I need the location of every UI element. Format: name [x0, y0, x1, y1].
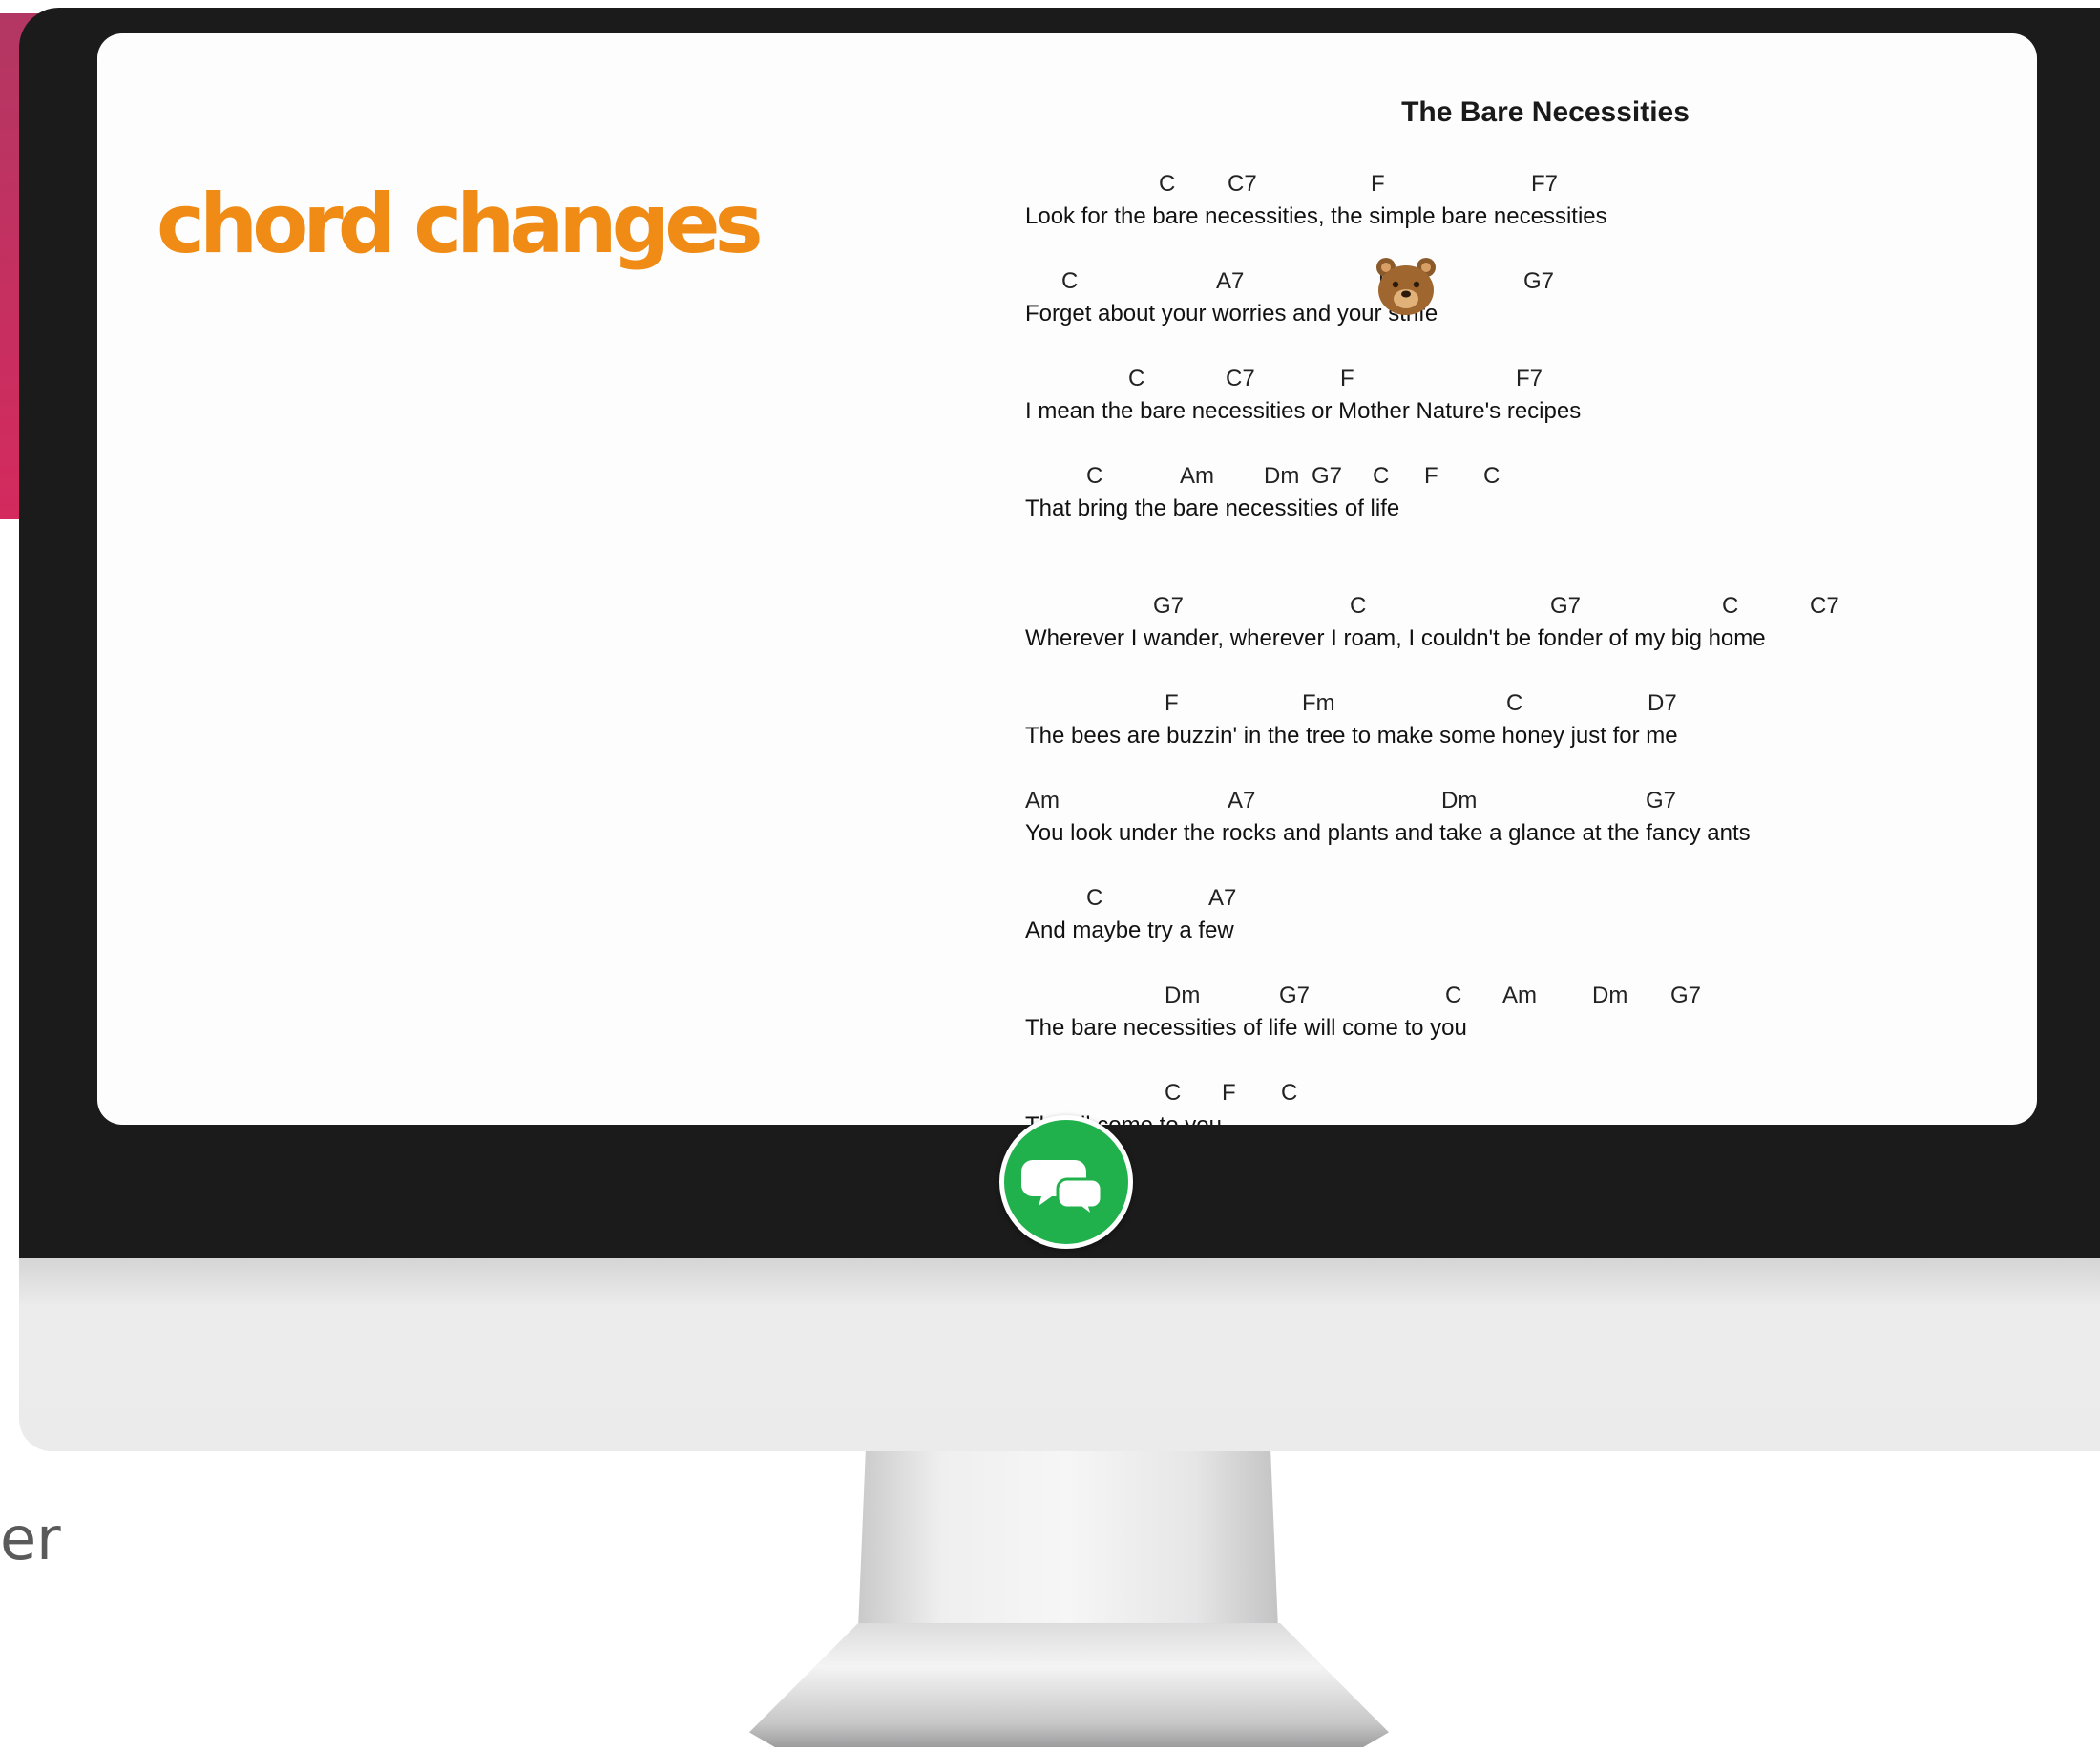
chord-label: G7: [1279, 982, 1311, 1008]
lyric-line: Wherever I wander, wherever I roam, I co…: [1025, 625, 1766, 651]
bear-emoji-icon: [1376, 258, 1436, 315]
monitor-stand-neck: [857, 1451, 1279, 1652]
song-line: C A7 And maybe try a few: [1025, 885, 2018, 961]
chord-label: C: [1722, 593, 1739, 619]
chord-label: A7: [1208, 885, 1237, 911]
chord-label: C: [1483, 463, 1501, 489]
song-line: C C7 F F7 Look for the bare necessities,…: [1025, 171, 2018, 247]
song-line: C A7 D7 G7 Forget about your worries and…: [1025, 268, 2018, 345]
chord-label: F: [1371, 171, 1385, 197]
chord-label: F: [1222, 1080, 1236, 1106]
chord-label: Dm: [1441, 788, 1478, 813]
song-line: Am A7 Dm G7 You look under the rocks and…: [1025, 788, 2018, 864]
chord-label: Am: [1025, 788, 1060, 813]
chord-label: C: [1159, 171, 1176, 197]
chord-label: C: [1506, 690, 1523, 716]
chord-label: C: [1086, 885, 1103, 911]
song-line: C C7 F F7 I mean the bare necessities or…: [1025, 366, 2018, 442]
song-line: Dm G7 C Am Dm G7 The bare necessities of…: [1025, 982, 2018, 1059]
lyric-line: The bees are buzzin' in the tree to make…: [1025, 723, 1678, 749]
chord-label: G7: [1550, 593, 1582, 619]
chord-label: Am: [1180, 463, 1214, 489]
chord-label: D7: [1648, 690, 1677, 716]
chord-label: G7: [1153, 593, 1185, 619]
chord-label: C: [1350, 593, 1367, 619]
chord-label: A7: [1216, 268, 1245, 294]
chord-label: C: [1061, 268, 1079, 294]
chord-label: C: [1128, 366, 1145, 391]
lyric-line: Look for the bare necessities, the simpl…: [1025, 203, 1607, 229]
chord-label: C: [1165, 1080, 1182, 1106]
chord-label: C: [1086, 463, 1103, 489]
monitor-screen: chord changes The Bare Necessities C C7 …: [97, 33, 2037, 1125]
lyric-line: I mean the bare necessities or Mother Na…: [1025, 398, 1582, 424]
chord-label: F7: [1516, 366, 1544, 391]
chord-label: Am: [1502, 982, 1537, 1008]
lyric-line: You look under the rocks and plants and …: [1025, 820, 1751, 846]
chord-label: F7: [1531, 171, 1559, 197]
chord-label: Dm: [1165, 982, 1201, 1008]
chord-label: A7: [1228, 788, 1256, 813]
song-line: C F C They'll come to you: [1025, 1080, 2018, 1125]
chord-label: G7: [1312, 463, 1343, 489]
chord-label: C7: [1226, 366, 1255, 391]
chord-label: C: [1373, 463, 1390, 489]
brand-logo: chord changes: [157, 177, 764, 272]
chord-label: C7: [1228, 171, 1257, 197]
lyric-line: The bare necessities of life will come t…: [1025, 1015, 1467, 1041]
song-title: The Bare Necessities: [1401, 96, 1690, 128]
chord-label: C: [1445, 982, 1462, 1008]
song-line: C Am Dm G7 C F C That bring the bare nec…: [1025, 463, 2018, 539]
chord-label: C7: [1810, 593, 1839, 619]
chord-label: F: [1165, 690, 1179, 716]
chord-label: Dm: [1592, 982, 1628, 1008]
chord-label: F: [1424, 463, 1438, 489]
background-text-fragment: er: [0, 1504, 61, 1573]
monitor-chin: [19, 1258, 2100, 1451]
lyric-line: And maybe try a few: [1025, 918, 1234, 943]
chord-label: G7: [1523, 268, 1555, 294]
chord-label: C: [1281, 1080, 1298, 1106]
chord-label: Dm: [1264, 463, 1300, 489]
chord-label: Fm: [1302, 690, 1335, 716]
chat-bubbles-icon: [1021, 1160, 1103, 1221]
song-line: G7 C G7 C C7 Wherever I wander, wherever…: [1025, 593, 2018, 669]
chord-label: G7: [1646, 788, 1677, 813]
song-line: F Fm C D7 The bees are buzzin' in the tr…: [1025, 690, 2018, 767]
chord-label: F: [1340, 366, 1354, 391]
monitor-stand-base: [749, 1623, 1389, 1747]
chord-label: G7: [1670, 982, 1702, 1008]
chat-button[interactable]: [999, 1115, 1133, 1249]
lyric-line: That bring the bare necessities of life: [1025, 496, 1400, 521]
